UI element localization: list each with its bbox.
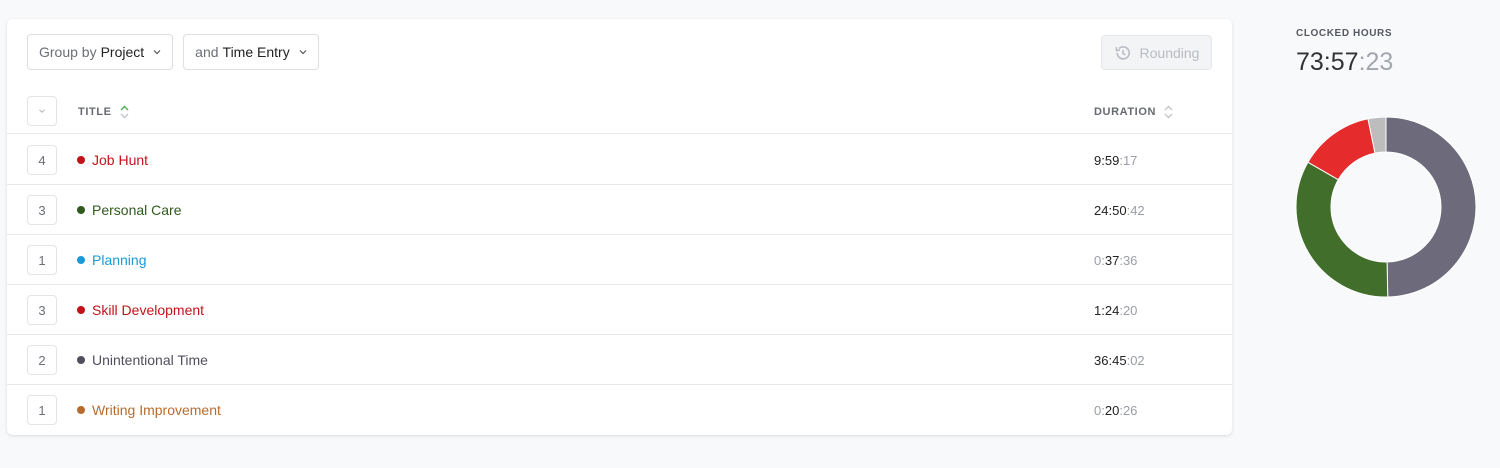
project-title[interactable]: Writing Improvement [92,402,221,418]
project-color-dot [77,156,85,164]
duration-seconds: 02 [1130,353,1145,368]
duration-minutes: 20 [1104,403,1120,418]
table-header: TITLE DURATION [7,96,1232,134]
project-color-dot [77,306,85,314]
rounding-label: Rounding [1139,44,1200,61]
then-by-prefix: and [195,44,219,60]
entry-count-badge[interactable]: 3 [27,195,57,225]
duration-minutes: 24 [1104,303,1120,318]
title-column-header[interactable]: TITLE [78,105,129,119]
clocked-hours-seconds: :23 [1358,48,1394,76]
duration-seconds: 36 [1122,253,1138,268]
project-title[interactable]: Skill Development [92,302,204,318]
project-title[interactable]: Job Hunt [92,152,148,168]
duration-minutes: 45 [1112,353,1127,368]
group-by-value: Project [100,44,145,60]
history-icon [1114,45,1130,60]
clocked-hours-label: CLOCKED HOURS [1296,28,1393,39]
table-row: 4 Job Hunt 9:59:17 [7,135,1232,185]
duration-seconds: 17 [1122,153,1138,168]
table-row: 1 Planning 0:37:36 [7,235,1232,285]
project-title[interactable]: Planning [92,252,147,268]
duration-seconds: 26 [1122,403,1138,418]
chevron-down-icon [299,50,307,55]
clocked-hours-total: 73:57:23 [1296,48,1393,77]
duration-hours: 24 [1094,203,1109,218]
report-card: Group by Project and Time Entry Rounding… [7,19,1232,435]
chevron-down-icon [39,109,45,113]
table-row: 1 Writing Improvement 0:20:26 [7,385,1232,435]
project-title[interactable]: Unintentional Time [92,352,208,368]
then-by-value: Time Entry [222,44,290,60]
table-row: 3 Personal Care 24:50:42 [7,185,1232,235]
duration-value: 9:59:17 [1094,153,1138,168]
duration-minutes: 37 [1104,253,1120,268]
duration-column-label: DURATION [1094,106,1157,118]
expand-all-toggle[interactable] [27,96,57,126]
project-color-dot [77,356,85,364]
duration-seconds: 42 [1130,203,1145,218]
group-by-dropdown[interactable]: Group by Project [27,34,174,70]
entry-count-badge[interactable]: 3 [27,295,57,325]
clocked-hours-hm: 73:57 [1296,48,1359,76]
duration-minutes: 59 [1104,153,1120,168]
project-color-dot [77,406,85,414]
table-row: 3 Skill Development 1:24:20 [7,285,1232,335]
chevron-down-icon [153,50,161,55]
sort-icon [1164,105,1173,119]
then-by-dropdown[interactable]: and Time Entry [183,34,319,70]
duration-value: 36:45:02 [1094,353,1145,368]
project-donut-chart [1295,116,1477,298]
duration-seconds: 20 [1122,303,1138,318]
duration-value: 0:37:36 [1094,253,1138,268]
duration-minutes: 50 [1112,203,1127,218]
project-title[interactable]: Personal Care [92,202,182,218]
donut-slice-1[interactable] [1295,161,1389,298]
entry-count-badge[interactable]: 2 [27,345,57,375]
entry-count-badge[interactable]: 4 [27,145,57,175]
grouping-toolbar: Group by Project and Time Entry [27,34,319,70]
duration-value: 24:50:42 [1094,203,1145,218]
duration-value: 0:20:26 [1094,403,1138,418]
table-row: 2 Unintentional Time 36:45:02 [7,335,1232,385]
rounding-button[interactable]: Rounding [1101,35,1212,70]
entry-count-badge[interactable]: 1 [27,245,57,275]
entry-count-badge[interactable]: 1 [27,395,57,425]
sort-ascending-icon [120,105,129,119]
duration-hours: 36 [1094,353,1109,368]
duration-value: 1:24:20 [1094,303,1138,318]
title-column-label: TITLE [78,106,112,118]
duration-column-header[interactable]: DURATION [1094,105,1173,119]
donut-slice-0[interactable] [1385,116,1477,298]
project-color-dot [77,256,85,264]
group-by-prefix: Group by [39,44,97,60]
project-color-dot [77,206,85,214]
